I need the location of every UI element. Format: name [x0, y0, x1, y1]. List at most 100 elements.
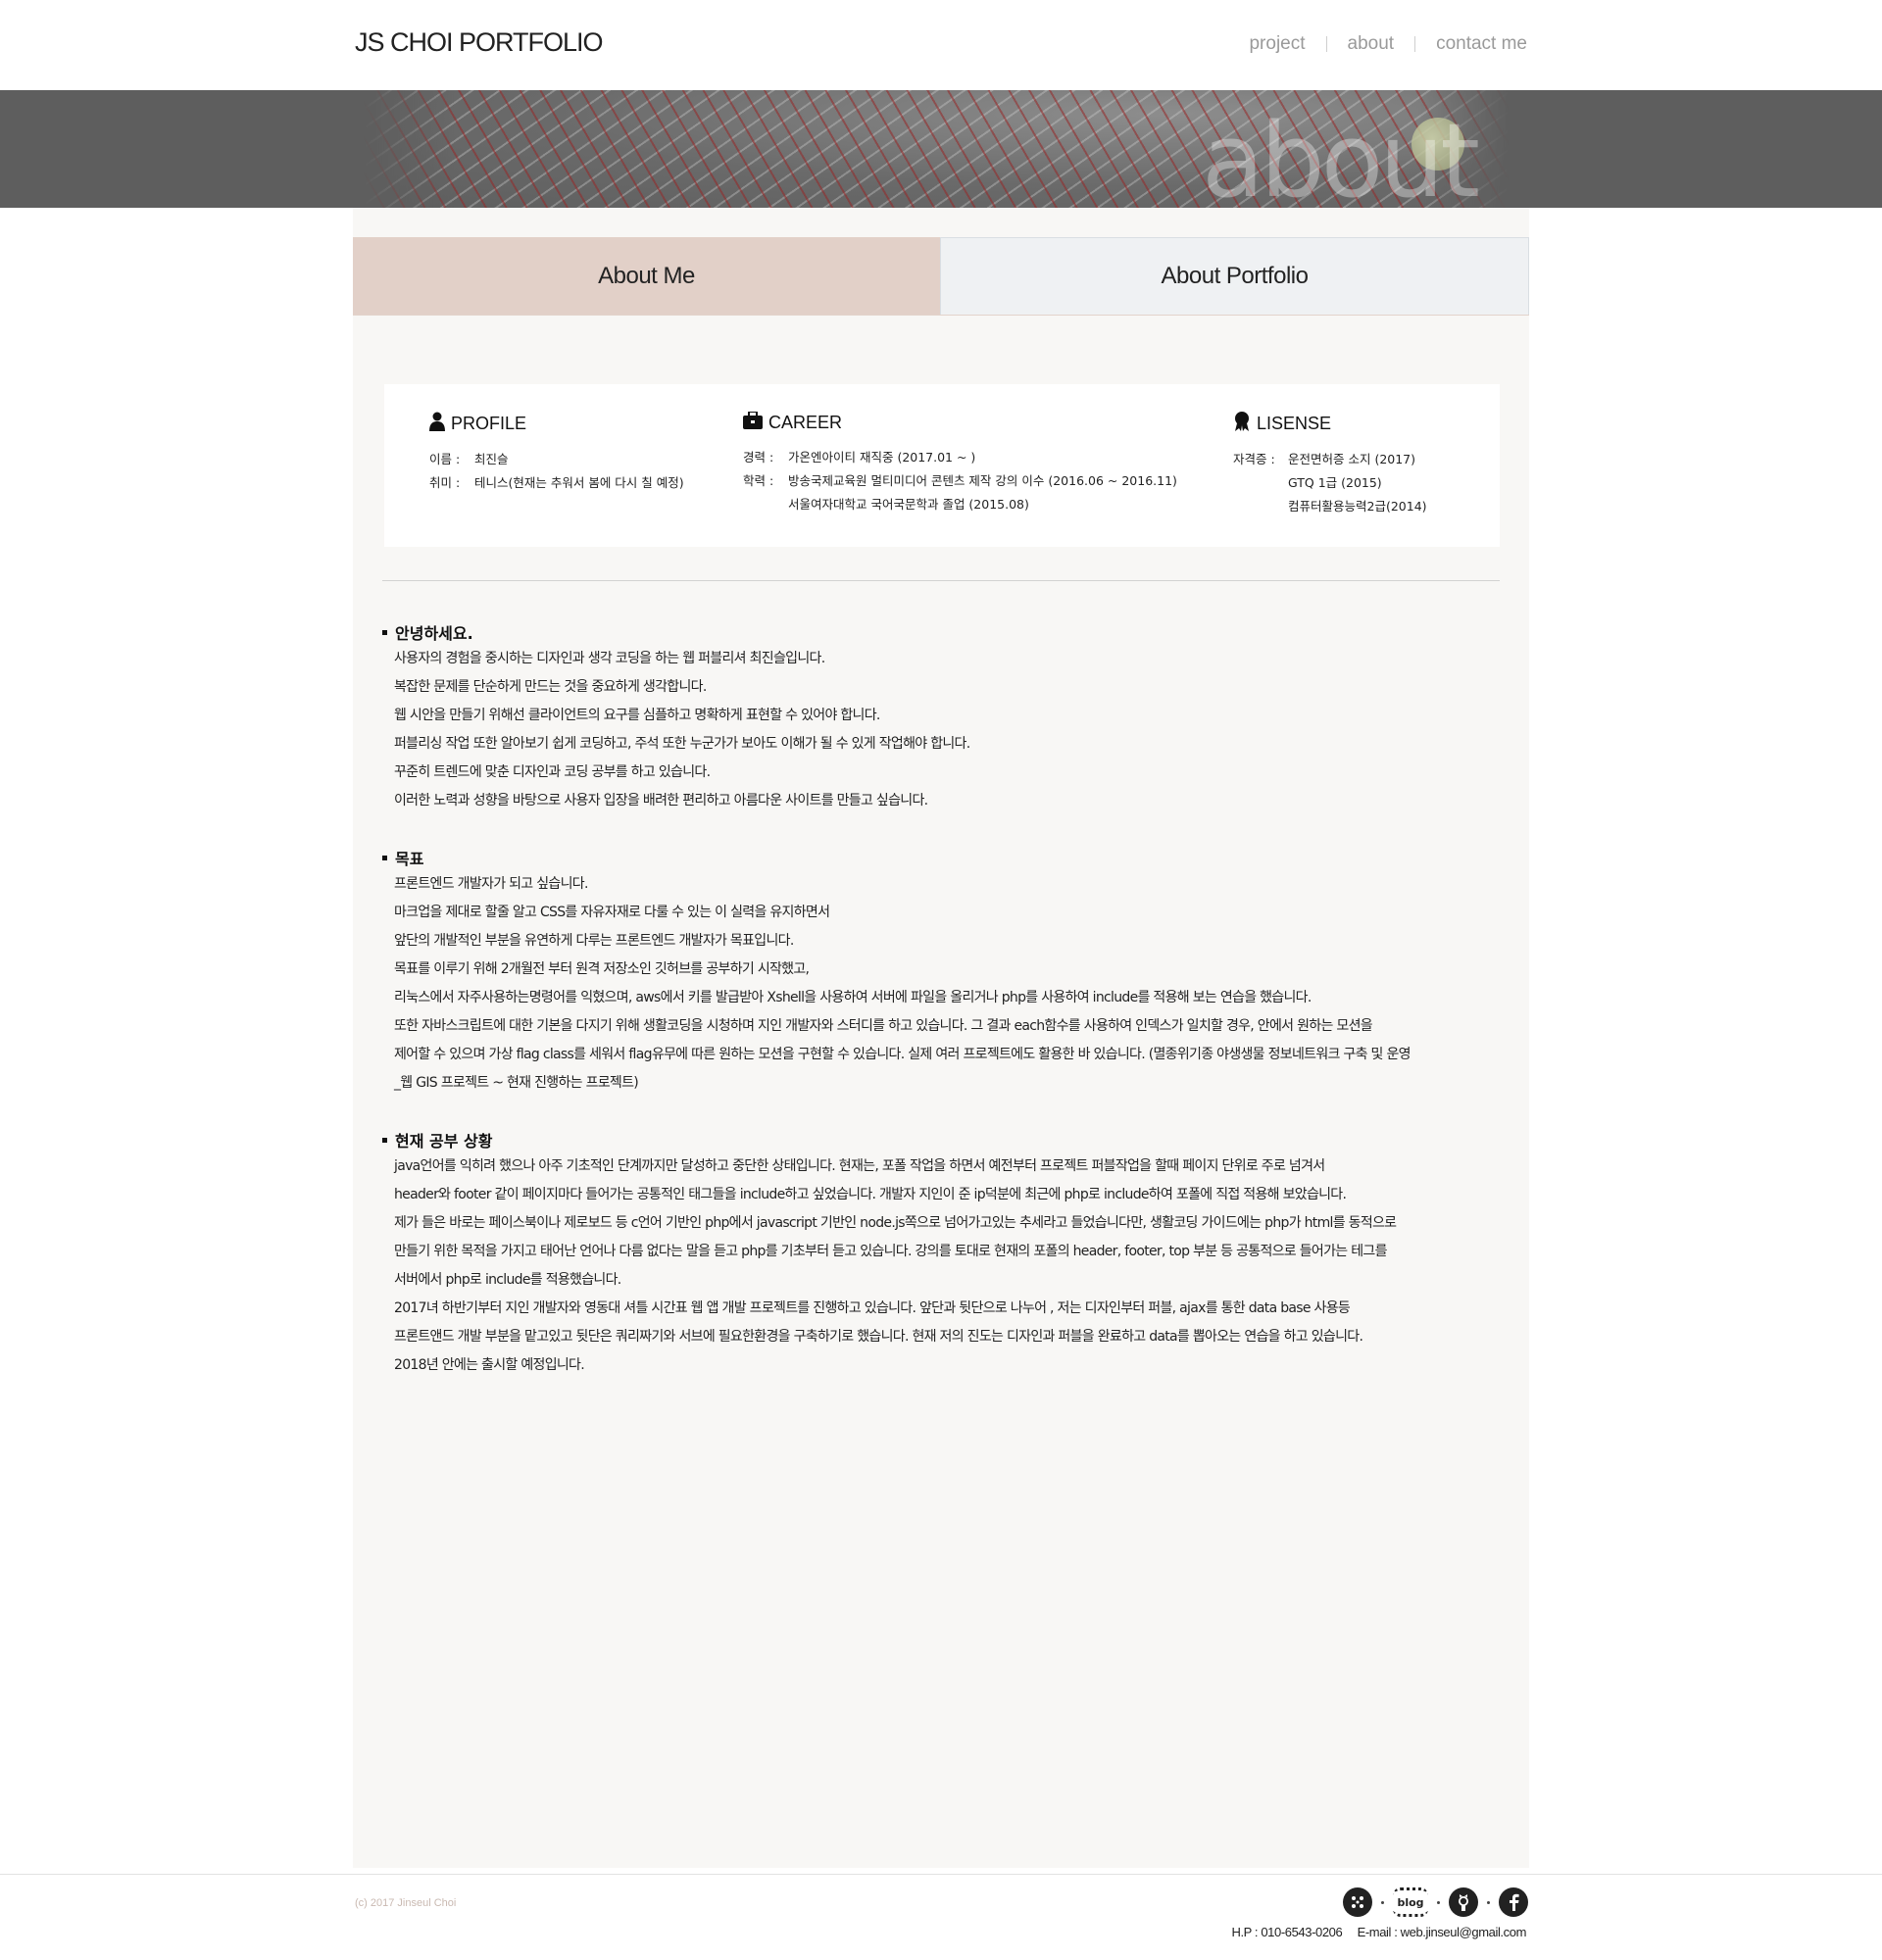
contact-info: H.P : 010-6543-0206 E-mail : web.jinseul… — [1231, 1925, 1526, 1939]
section-line: 만들기 위한 목적을 가지고 태어난 언어나 다름 없다는 말을 듣고 php를… — [394, 1244, 1387, 1259]
dots-icon[interactable] — [1343, 1887, 1372, 1917]
tab-about-me[interactable]: About Me — [353, 237, 940, 315]
tab-about-portfolio[interactable]: About Portfolio — [940, 237, 1529, 315]
section-title-text: 목표 — [395, 850, 424, 868]
nav-divider — [1325, 36, 1327, 52]
square-bullet-icon — [382, 855, 387, 860]
section-title: 현재 공부 상황 — [382, 1127, 1519, 1152]
page-banner: about — [0, 90, 1882, 208]
profile-row: 취미 : 테니스(현재는 추워서 봄에 다시 칠 예정) — [429, 471, 684, 495]
license-key — [1233, 471, 1288, 495]
section-title: 안녕하세요. — [382, 619, 1519, 645]
license-row: GTQ 1급 (2015) — [1233, 471, 1427, 495]
about-tabs: About Me About Portfolio — [353, 237, 1529, 316]
section-line: 프론트앤드 개발 부분을 맡고있고 뒷단은 쿼리짜기와 서브에 필요한환경을 구… — [394, 1329, 1363, 1345]
nav-project[interactable]: project — [1249, 33, 1305, 55]
section-line: 2017녀 하반기부터 지인 개발자와 영동대 셔틀 시간표 웹 앱 개발 프로… — [394, 1300, 1351, 1316]
section-line: 앞단의 개발적인 부분을 유연하게 다루는 프론트엔드 개발자가 목표입니다. — [394, 933, 794, 949]
section-line: header와 footer 같이 페이지마다 들어가는 공통적인 태그들을 i… — [394, 1187, 1347, 1202]
profile-row: 이름 : 최진슬 — [429, 448, 684, 471]
license-row: 자격증 : 운전면허증 소지 (2017) — [1233, 448, 1427, 471]
separator-dot — [1381, 1900, 1384, 1904]
license-heading-label: LISENSE — [1257, 414, 1332, 433]
section-body: 프론트엔드 개발자가 되고 싶습니다. 마크업을 제대로 할줄 알고 CSS를 … — [382, 870, 1519, 1098]
career-heading: CAREER — [743, 411, 1177, 434]
section-divider — [382, 580, 1500, 581]
square-bullet-icon — [382, 1137, 387, 1143]
section-body: 사용자의 경험을 중시하는 디자인과 생각 코딩을 하는 웹 퍼블리셔 최진슬입… — [382, 645, 1519, 815]
career-row: 학력 : 방송국제교육원 멀티미디어 콘텐츠 제작 강의 이수 (2016.06… — [743, 469, 1177, 493]
footer-divider — [0, 1874, 1882, 1875]
square-bullet-icon — [382, 629, 387, 635]
section-line: _웹 GIS 프로젝트 ~ 현재 진행하는 프로젝트) — [394, 1075, 639, 1091]
separator-dot — [1487, 1900, 1490, 1904]
section-line: 사용자의 경험을 중시하는 디자인과 생각 코딩을 하는 웹 퍼블리셔 최진슬입… — [394, 651, 825, 666]
profile-key: 이름 : — [429, 452, 461, 466]
career-value: 가온엔아이티 재직중 (2017.01 ~ ) — [788, 450, 976, 465]
section-line: 꾸준히 트렌드에 맞춘 디자인과 코딩 공부를 하고 있습니다. — [394, 764, 711, 780]
section-line: 제가 들은 바로는 페이스북이나 제로보드 등 c언어 기반인 php에서 ja… — [394, 1215, 1397, 1231]
license-heading: LISENSE — [1233, 412, 1427, 436]
site-header: JS CHOI PORTFOLIO project about contact … — [0, 0, 1882, 90]
section-line: 리눅스에서 자주사용하는명령어를 익혔으며, aws에서 키를 발급받아 Xsh… — [394, 990, 1312, 1005]
career-value: 방송국제교육원 멀티미디어 콘텐츠 제작 강의 이수 (2016.06 ~ 20… — [788, 473, 1177, 488]
license-key: 자격증 : — [1233, 452, 1275, 466]
career-key: 경력 : — [743, 450, 774, 465]
section-line: 또한 자바스크립트에 대한 기본을 다지기 위해 생활코딩을 시청하며 지인 개… — [394, 1018, 1373, 1034]
career-row: 서울여자대학교 국어국문학과 졸업 (2015.08) — [743, 493, 1177, 516]
person-icon — [429, 412, 451, 436]
license-value: 운전면허증 소지 (2017) — [1288, 452, 1416, 466]
section-line: 제어할 수 있으며 가상 flag class를 세워서 flag유무에 따른 … — [394, 1047, 1412, 1062]
license-row: 컴퓨터활용능력2급(2014) — [1233, 495, 1427, 518]
section-line: 서버에서 php로 include를 적용했습니다. — [394, 1272, 621, 1288]
license-key — [1233, 495, 1288, 518]
profile-heading-label: PROFILE — [451, 414, 527, 433]
section-title-text: 안녕하세요. — [395, 624, 473, 643]
about-sections: 안녕하세요. 사용자의 경험을 중시하는 디자인과 생각 코딩을 하는 웹 퍼블… — [382, 619, 1519, 1409]
social-links: blog — [1343, 1887, 1528, 1917]
section-body: java언어를 익히려 했으나 아주 기초적인 단계까지만 달성하고 중단한 상… — [382, 1152, 1519, 1380]
nav-contact[interactable]: contact me — [1436, 33, 1527, 55]
profile-heading: PROFILE — [429, 412, 684, 436]
section-line: 목표를 이루기 위해 2개월전 부터 원격 저장소인 깃허브를 공부하기 시작했… — [394, 961, 810, 977]
greeting-section: 안녕하세요. 사용자의 경험을 중시하는 디자인과 생각 코딩을 하는 웹 퍼블… — [382, 619, 1519, 815]
section-title-text: 현재 공부 상황 — [395, 1132, 493, 1151]
profile-key: 취미 : — [429, 475, 461, 490]
license-value: 컴퓨터활용능력2급(2014) — [1288, 499, 1427, 514]
profile-value: 테니스(현재는 추워서 봄에 다시 칠 예정) — [474, 475, 684, 490]
blog-icon[interactable]: blog — [1393, 1887, 1428, 1917]
github-icon[interactable] — [1449, 1887, 1478, 1917]
career-value: 서울여자대학교 국어국문학과 졸업 (2015.08) — [788, 497, 1029, 512]
email-text[interactable]: E-mail : web.jinseul@gmail.com — [1358, 1925, 1527, 1939]
main-nav: project about contact me — [1249, 33, 1527, 55]
copyright-text: (c) 2017 Jinseul Choi — [355, 1897, 457, 1909]
section-line: 이러한 노력과 성향을 바탕으로 사용자 입장을 배려한 편리하고 아름다운 사… — [394, 793, 928, 808]
section-line: 퍼블리싱 작업 또한 알아보기 쉽게 코딩하고, 주석 또한 누군가가 보아도 … — [394, 736, 970, 752]
career-heading-label: CAREER — [768, 413, 843, 432]
profile-value: 최진슬 — [474, 452, 509, 466]
nav-about[interactable]: about — [1348, 33, 1395, 55]
briefcase-icon — [743, 411, 768, 434]
section-line: 프론트엔드 개발자가 되고 싶습니다. — [394, 876, 588, 892]
award-ribbon-icon — [1233, 412, 1257, 436]
career-row: 경력 : 가온엔아이티 재직중 (2017.01 ~ ) — [743, 446, 1177, 469]
section-line: 마크업을 제대로 할줄 알고 CSS를 자유자재로 다룰 수 있는 이 실력을 … — [394, 905, 830, 920]
profile-column: PROFILE 이름 : 최진슬 취미 : 테니스(현재는 추워서 봄에 다시 … — [429, 412, 684, 495]
about-panel: About Me About Portfolio PROFILE 이름 : 최진… — [353, 208, 1529, 1868]
section-title: 목표 — [382, 845, 1519, 870]
study-status-section: 현재 공부 상황 java언어를 익히려 했으나 아주 기초적인 단계까지만 달… — [382, 1127, 1519, 1380]
nav-divider — [1414, 36, 1416, 52]
goal-section: 목표 프론트엔드 개발자가 되고 싶습니다. 마크업을 제대로 할줄 알고 CS… — [382, 845, 1519, 1098]
career-column: CAREER 경력 : 가온엔아이티 재직중 (2017.01 ~ ) 학력 :… — [743, 411, 1177, 516]
separator-dot — [1437, 1900, 1440, 1904]
license-column: LISENSE 자격증 : 운전면허증 소지 (2017) GTQ 1급 (20… — [1233, 412, 1427, 518]
section-line: 웹 시안을 만들기 위해선 클라이언트의 요구를 심플하고 명확하게 표현할 수… — [394, 708, 880, 723]
license-value: GTQ 1급 (2015) — [1288, 475, 1382, 490]
career-key — [743, 493, 788, 516]
section-line: 2018년 안에는 출시할 예정입니다. — [394, 1357, 585, 1373]
site-logo[interactable]: JS CHOI PORTFOLIO — [355, 27, 604, 58]
career-key: 학력 : — [743, 473, 774, 488]
profile-summary-box: PROFILE 이름 : 최진슬 취미 : 테니스(현재는 추워서 봄에 다시 … — [384, 384, 1500, 547]
banner-title: about — [1202, 101, 1480, 208]
facebook-icon[interactable] — [1499, 1887, 1528, 1917]
